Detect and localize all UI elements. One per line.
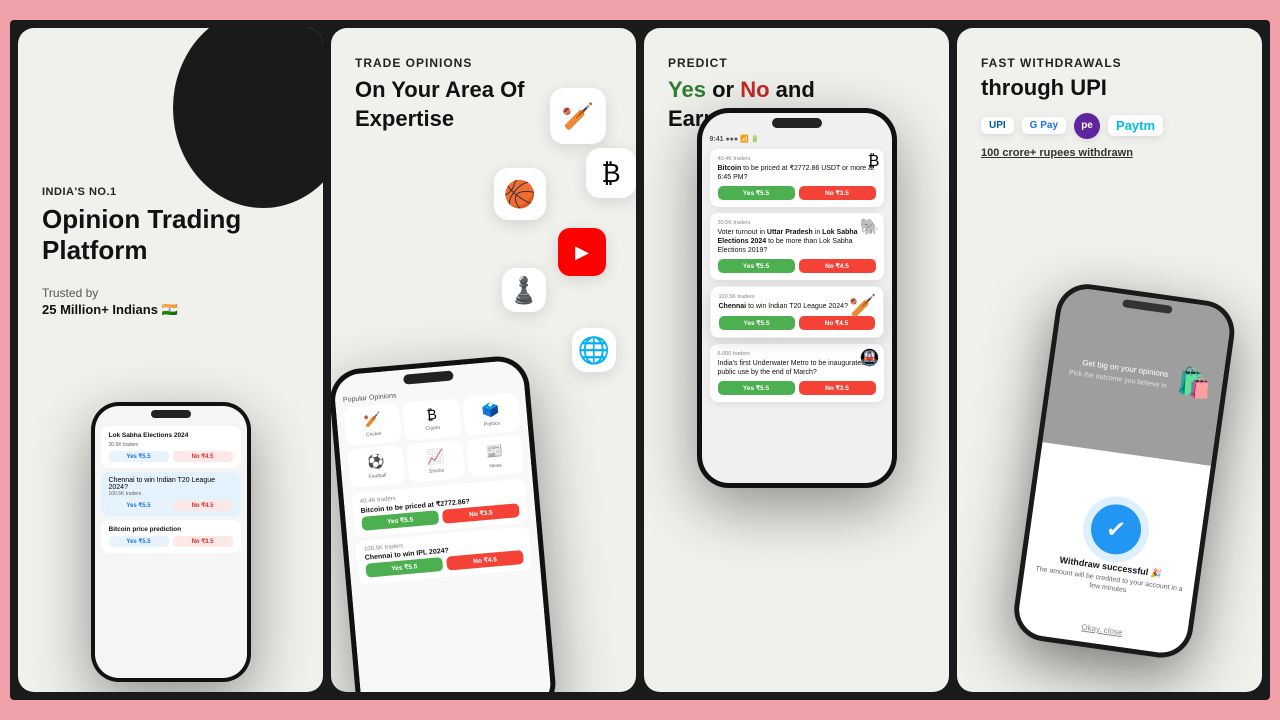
card-predict: PREDICT Yes or No and Earn Money 9:41 ●●… — [644, 28, 949, 692]
card-trade-opinions: TRADE OPINIONS On Your Area OfExpertise … — [331, 28, 636, 692]
app-cricket: 🏏 Cricket — [344, 403, 402, 446]
bg-decoration — [173, 28, 323, 208]
app-grid: 🏏 Cricket ₿ Crypto 🗳️ Politics — [344, 393, 524, 488]
paytm-logo: Paytm — [1108, 115, 1163, 136]
card-india-no1: INDIA'S NO.1 Opinion TradingPlatform Tru… — [18, 28, 323, 692]
cricket-icon: 🏏 — [550, 88, 606, 144]
no-text: No — [740, 77, 769, 102]
phone-screen-1: Lok Sabha Elections 2024 30.5K traders Y… — [95, 406, 247, 678]
withdrawn-text: 100 crore+ rupees withdrawn — [981, 147, 1238, 159]
main-container: INDIA'S NO.1 Opinion TradingPlatform Tru… — [10, 20, 1270, 700]
mini-highlight-card: Chennai to win Indian T20 League 2024? 1… — [101, 472, 241, 516]
card4-label: FAST WITHDRAWALS — [981, 56, 1238, 70]
payment-logos: UPI G Pay pe Paytm — [981, 113, 1238, 139]
phone-4: Get big on your opinions Pick the outcom… — [1010, 280, 1238, 662]
trade-card-elections: 30.5K traders Voter turnout in Uttar Pra… — [710, 213, 884, 280]
phone-mockup-3: 9:41 ●●● 📶 🔋 40.4K traders Bitcoin to be… — [697, 108, 897, 628]
upi-logo: UPI — [981, 117, 1014, 134]
gpay-logo: G Pay — [1022, 117, 1066, 134]
phone-mockup-2: Popular Opinions 🏏 Cricket ₿ Crypto — [341, 342, 626, 692]
card4-title: through UPI — [981, 74, 1238, 103]
checkmark-icon: ✓ — [1104, 514, 1128, 546]
phone-screen-3: 9:41 ●●● 📶 🔋 40.4K traders Bitcoin to be… — [702, 113, 892, 483]
yes-text: Yes — [668, 77, 706, 102]
phone-bottom-section: ✓ Withdraw successful 🎉 The amount will … — [1015, 442, 1210, 656]
chess-icon: ♟️ — [502, 268, 546, 312]
youtube-icon: ▶ — [558, 228, 606, 276]
mini-trade-card-1: Lok Sabha Elections 2024 30.5K traders Y… — [101, 426, 241, 468]
trade-card-bitcoin: 40.4K traders Bitcoin to be priced at ₹2… — [710, 149, 884, 207]
trusted-label: Trusted by — [42, 286, 299, 300]
trade-card-chennai: 100.5K traders Chennai to win Indian T20… — [710, 286, 884, 337]
success-circle: ✓ — [1087, 501, 1143, 557]
app-news: 📰 News — [466, 435, 524, 478]
basketball-icon: 🏀 — [494, 168, 546, 220]
opinion-trading-title: Opinion TradingPlatform — [42, 204, 299, 266]
phone-mockup-4: Get big on your opinions Pick the outcom… — [1001, 280, 1258, 692]
bitcoin-icon: ₿ — [586, 148, 636, 198]
phone-2: Popular Opinions 🏏 Cricket ₿ Crypto — [331, 354, 558, 692]
phone-3: 9:41 ●●● 📶 🔋 40.4K traders Bitcoin to be… — [697, 108, 897, 488]
trade-card-metro: 6,000 traders India's first Underwater M… — [710, 344, 884, 402]
phone-screen-4: Get big on your opinions Pick the outcom… — [1015, 286, 1232, 656]
card3-label: PREDICT — [668, 56, 925, 70]
users-count: 25 Million+ Indians 🇮🇳 — [42, 302, 299, 318]
bag-icon: 🛍️ — [1175, 365, 1214, 403]
app-crypto: ₿ Crypto — [403, 398, 461, 441]
phone-1: Lok Sabha Elections 2024 30.5K traders Y… — [91, 402, 251, 682]
india-no1-badge: INDIA'S NO.1 — [42, 186, 299, 198]
phone-mockup-1: Lok Sabha Elections 2024 30.5K traders Y… — [18, 402, 323, 692]
mini-trade-card-2: Bitcoin price prediction Yes ₹5.5 No ₹3.… — [101, 520, 241, 553]
and-text: and — [776, 77, 815, 102]
or-text: or — [712, 77, 740, 102]
app-politics: 🗳️ Politics — [462, 393, 520, 436]
phonepe-logo: pe — [1074, 113, 1100, 139]
phone-top-section: Get big on your opinions Pick the outcom… — [1042, 286, 1232, 466]
okay-close-btn[interactable]: Okay, close — [1080, 623, 1122, 638]
app-stocks: 📈 Stocks — [406, 440, 464, 483]
phone-screen-2: Popular Opinions 🏏 Cricket ₿ Crypto — [333, 359, 553, 692]
card-fast-withdrawals: FAST WITHDRAWALS through UPI UPI G Pay p… — [957, 28, 1262, 692]
app-football: ⚽ Football — [347, 445, 405, 488]
card2-label: TRADE OPINIONS — [355, 56, 612, 70]
